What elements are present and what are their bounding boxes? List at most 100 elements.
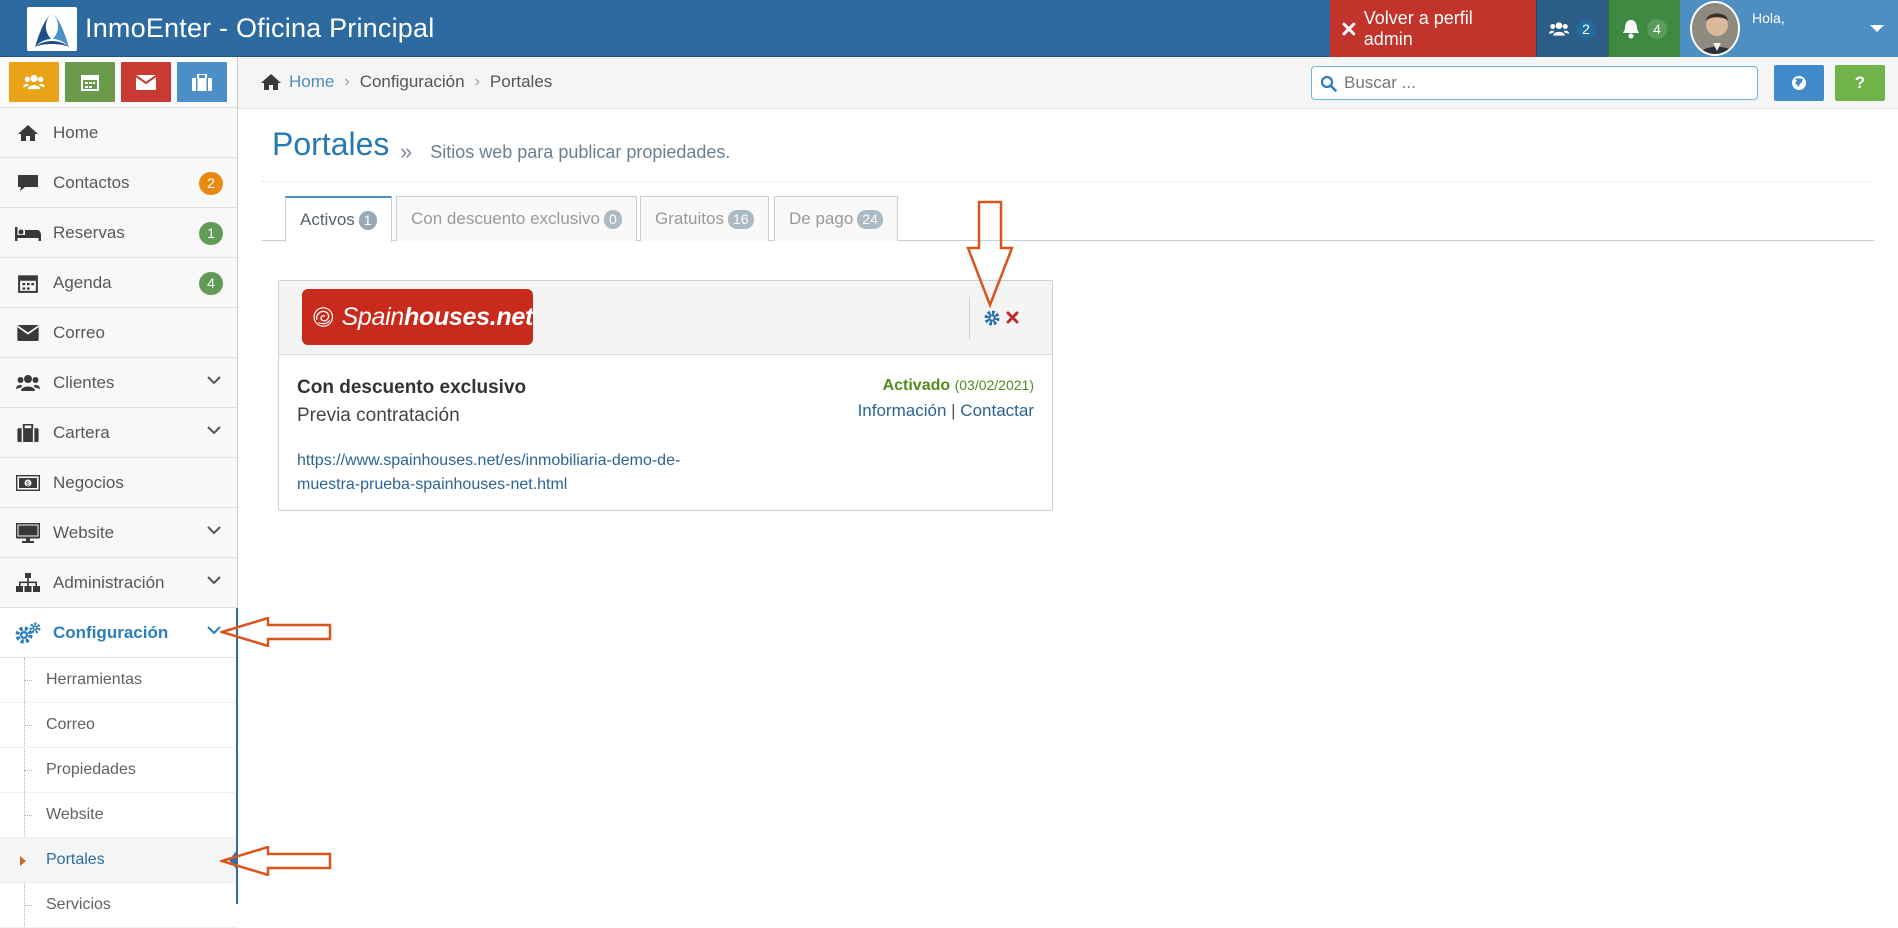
search-box: [1311, 66, 1758, 100]
caret-down-icon: [1870, 25, 1884, 32]
tab-count-badge: 1: [358, 210, 377, 230]
submenu-item-herramientas[interactable]: Herramientas: [0, 658, 237, 703]
sidebar-item-contactos[interactable]: Contactos 2: [0, 158, 237, 208]
caret-right-icon: [20, 856, 26, 866]
shortcut-portfolio-button[interactable]: [177, 62, 227, 102]
breadcrumb-configuracion[interactable]: Configuración: [360, 72, 465, 92]
search-input[interactable]: [1344, 73, 1744, 93]
tab-label: Gratuitos: [655, 209, 724, 228]
submenu-item-label: Herramientas: [46, 671, 143, 688]
portal-card-body: Con descuento exclusivo Previa contratac…: [279, 355, 1052, 511]
calendar-icon: [81, 75, 99, 91]
sidebar-item-configuracion[interactable]: Configuración: [0, 608, 237, 658]
sidebar-item-clientes[interactable]: Clientes: [0, 358, 237, 408]
briefcase-icon: [192, 73, 212, 91]
chevron-down-icon: [207, 626, 221, 635]
sidebar-item-agenda[interactable]: Agenda 4: [0, 258, 237, 308]
users-button[interactable]: 2: [1536, 0, 1608, 57]
portal-url-link[interactable]: https://www.spainhouses.net/es/inmobilia…: [297, 449, 717, 497]
sidebar-item-reservas[interactable]: Reservas 1: [0, 208, 237, 258]
tab-count-badge: 0: [604, 209, 622, 229]
bed-icon: [14, 222, 42, 244]
language-button[interactable]: [1774, 65, 1824, 101]
page-title: Portales: [272, 126, 390, 162]
sidebar-item-negocios[interactable]: $ Negocios: [0, 458, 237, 508]
submenu-item-servicios[interactable]: Servicios: [0, 883, 237, 928]
sidebar-item-home[interactable]: Home: [0, 108, 237, 158]
submenu-item-website[interactable]: Website: [0, 793, 237, 838]
sidebar-item-website[interactable]: Website: [0, 508, 237, 558]
envelope-icon: [136, 74, 156, 90]
brand[interactable]: InmoEnter - Oficina Principal: [27, 6, 434, 51]
sitemap-icon: [14, 572, 42, 594]
breadcrumb-bar: Home › Configuración › Portales ?: [238, 57, 1898, 109]
breadcrumb-separator-icon: ›: [344, 73, 350, 90]
close-icon: [1342, 22, 1356, 35]
sidebar-item-label: Contactos: [53, 172, 130, 192]
page-subtitle-text: Sitios web para publicar propiedades.: [430, 141, 731, 162]
portal-plan-subtitle: Previa contratación: [297, 405, 460, 426]
annotation-arrow-left-icon: [220, 846, 332, 876]
page-header: Portales » Sitios web para publicar prop…: [262, 109, 1874, 182]
back-to-admin-label: Volver a perfil admin: [1363, 7, 1473, 49]
portal-status-date: (03/02/2021): [954, 377, 1034, 393]
sidebar-item-cartera[interactable]: Cartera: [0, 408, 237, 458]
submenu-item-label: Portales: [46, 851, 105, 868]
sidebar-item-label: Agenda: [53, 272, 112, 292]
chevron-down-icon: [207, 576, 221, 585]
app-title: InmoEnter - Oficina Principal: [85, 13, 435, 43]
avatar: [1690, 1, 1740, 56]
portal-links-separator: |: [951, 401, 956, 420]
page-subtitle-separator: »: [400, 139, 413, 164]
help-button[interactable]: ?: [1835, 65, 1885, 101]
portal-card: Spainhouses.net Con descuento exclusivo …: [278, 280, 1053, 511]
portal-plan-title: Con descuento exclusivo: [297, 377, 527, 398]
submenu-item-portales[interactable]: Portales: [0, 838, 237, 883]
sidebar-item-correo[interactable]: Correo: [0, 308, 237, 358]
money-icon: $: [14, 472, 42, 494]
tab-de-pago[interactable]: De pago 24: [774, 196, 898, 241]
sidebar: Home Contactos 2 Reservas 1 Agenda 4 Cor…: [0, 57, 238, 928]
back-to-admin-button[interactable]: Volver a perfil admin: [1330, 0, 1536, 57]
delete-icon[interactable]: [1006, 311, 1019, 324]
globe-icon: [1792, 76, 1806, 90]
portal-logo[interactable]: Spainhouses.net: [302, 289, 533, 345]
gear-icon[interactable]: [984, 310, 1000, 326]
users-icon: [14, 372, 42, 394]
portal-info-link[interactable]: Información: [858, 401, 947, 420]
contactos-count-badge: 2: [199, 172, 223, 195]
home-icon: [14, 122, 42, 144]
breadcrumb-home-link[interactable]: Home: [289, 72, 334, 92]
submenu-item-label: Servicios: [46, 896, 111, 913]
spiral-logo-icon: [313, 307, 334, 327]
tab-label: Con descuento exclusivo: [411, 209, 601, 228]
submenu-item-propiedades[interactable]: Propiedades: [0, 748, 237, 793]
chevron-down-icon: [207, 526, 221, 535]
page-subtitle: » Sitios web para publicar propiedades.: [400, 139, 730, 165]
shortcut-calendar-button[interactable]: [65, 62, 115, 102]
shortcut-mail-button[interactable]: [121, 62, 171, 102]
sidebar-item-label: Administración: [53, 572, 165, 592]
calendar-icon: [14, 272, 42, 294]
tab-label: De pago: [789, 209, 854, 228]
portal-card-header: Spainhouses.net: [279, 281, 1052, 355]
tab-activos[interactable]: Activos 1: [285, 196, 392, 242]
breadcrumb-portales: Portales: [489, 72, 553, 91]
tab-con-descuento-exclusivo[interactable]: Con descuento exclusivo 0: [396, 196, 637, 241]
sidebar-item-label: Clientes: [53, 372, 115, 392]
annotation-arrow-left-icon: [220, 617, 332, 647]
envelope-icon: [14, 322, 42, 344]
users-icon: [1549, 21, 1569, 36]
tab-gratuitos[interactable]: Gratuitos 16: [640, 196, 769, 241]
user-menu[interactable]: Hola,: [1680, 0, 1898, 57]
submenu-item-correo[interactable]: Correo: [0, 703, 237, 748]
bell-icon: [1623, 19, 1639, 38]
notifications-count-badge: 4: [1647, 18, 1667, 39]
portal-contact-link[interactable]: Contactar: [960, 401, 1034, 420]
reservas-count-badge: 1: [199, 222, 223, 245]
sidebar-item-label: Correo: [53, 322, 105, 342]
notifications-button[interactable]: 4: [1608, 0, 1680, 57]
shortcut-contacts-button[interactable]: [9, 62, 59, 102]
sidebar-item-administracion[interactable]: Administración: [0, 558, 237, 608]
portal-status-label: Activado: [882, 377, 951, 394]
